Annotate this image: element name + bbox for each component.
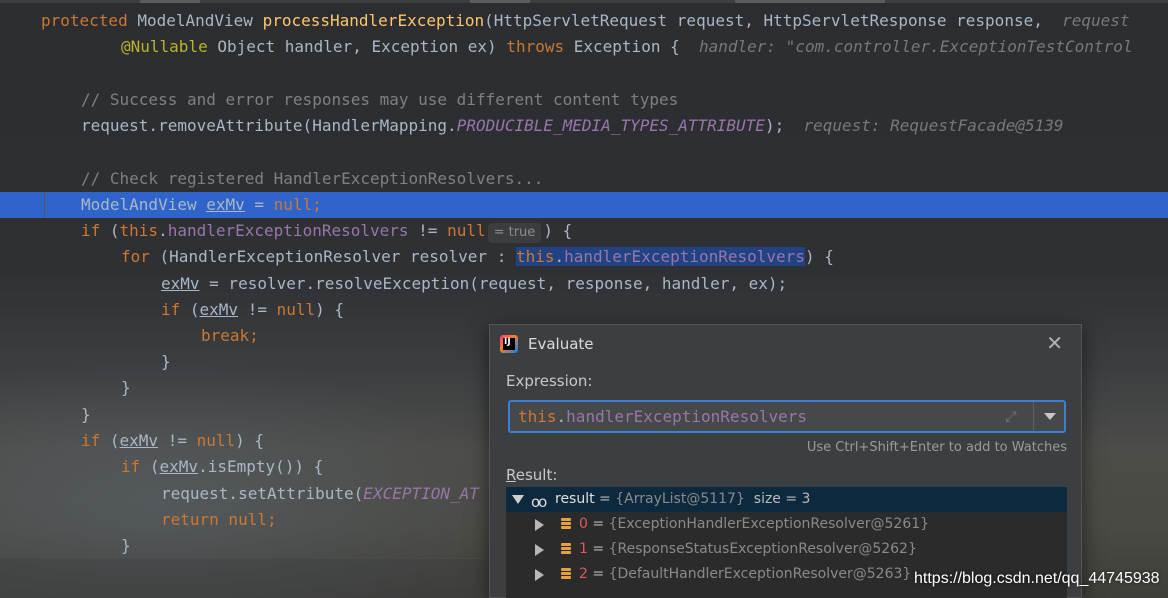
evaluate-dialog[interactable]: IJ Evaluate ✕ Expression: this.handlerEx… — [489, 324, 1082, 598]
field-icon — [561, 568, 571, 581]
inline-value-hint: = true — [487, 223, 542, 243]
selected-expression[interactable]: this.handlerExceptionResolvers — [515, 247, 805, 266]
chevron-down-icon[interactable] — [1044, 413, 1056, 420]
close-icon[interactable]: ✕ — [1046, 333, 1063, 353]
code-line: for (HandlerExceptionResolver resolver :… — [121, 247, 834, 266]
expression-input[interactable]: this.handlerExceptionResolvers ⤢ — [508, 400, 1066, 433]
editor-tab-active[interactable] — [735, 0, 885, 3]
editor-tab[interactable] — [470, 0, 530, 3]
code-line: protected ModelAndView processHandlerExc… — [41, 11, 1130, 30]
tree-collapsed-icon[interactable] — [535, 544, 544, 556]
code-line: if (this.handlerExceptionResolvers != nu… — [0, 218, 1168, 244]
tree-collapsed-icon[interactable] — [535, 569, 544, 581]
dropdown-separator — [1033, 402, 1034, 431]
expression-label: Expression: — [506, 372, 593, 390]
code-comment: // Success and error responses may use d… — [81, 90, 679, 109]
editor-tab[interactable] — [140, 0, 200, 3]
code-line: // Check registered HandlerExceptionReso… — [0, 166, 1168, 192]
code-line: // Success and error responses may use d… — [0, 87, 1168, 113]
inline-debug-hint: request — [1062, 11, 1130, 30]
editor-tab-strip[interactable] — [0, 0, 1168, 3]
expression-text[interactable]: this.handlerExceptionResolvers — [518, 406, 807, 428]
tree-row-item[interactable]: 0 = {ExceptionHandlerExceptionResolver@5… — [506, 512, 1067, 537]
tree-expanded-icon[interactable] — [512, 495, 524, 504]
field-icon — [561, 518, 571, 531]
dialog-title: Evaluate — [528, 335, 594, 353]
add-to-watches-hint: Use Ctrl+Shift+Enter to add to Watches — [806, 440, 1067, 455]
tree-collapsed-icon[interactable] — [535, 519, 544, 531]
result-label: Result: — [506, 466, 558, 484]
inline-debug-hint: request: RequestFacade@5139 — [803, 116, 1064, 135]
watermark: https://blog.csdn.net/qq_44745938 — [914, 570, 1160, 587]
inline-debug-hint: handler: "com.controller.ExceptionTestCo… — [698, 37, 1133, 56]
field-icon — [561, 543, 571, 556]
dialog-title-bar[interactable]: IJ Evaluate ✕ — [490, 325, 1081, 363]
code-line: exMv = resolver.resolveException(request… — [161, 274, 788, 293]
expand-icon[interactable]: ⤢ — [1002, 408, 1020, 426]
execution-point-line[interactable]: ModelAndView exMv = null; — [0, 192, 1168, 218]
code-line: request.removeAttribute(HandlerMapping.P… — [81, 116, 1064, 135]
intellij-logo-icon: IJ — [500, 335, 518, 353]
code-line: if (exMv != null) { — [161, 300, 345, 319]
code-line: @Nullable Object handler, Exception ex) … — [121, 37, 1133, 56]
tree-row-result[interactable]: oo result = {ArrayList@5117} size = 3 — [506, 487, 1067, 512]
tree-row-item[interactable]: 1 = {ResponseStatusExceptionResolver@526… — [506, 537, 1067, 562]
gutter-separator — [44, 192, 45, 218]
bottom-tool-strip — [0, 558, 490, 598]
code-comment: // Check registered HandlerExceptionReso… — [81, 169, 544, 188]
